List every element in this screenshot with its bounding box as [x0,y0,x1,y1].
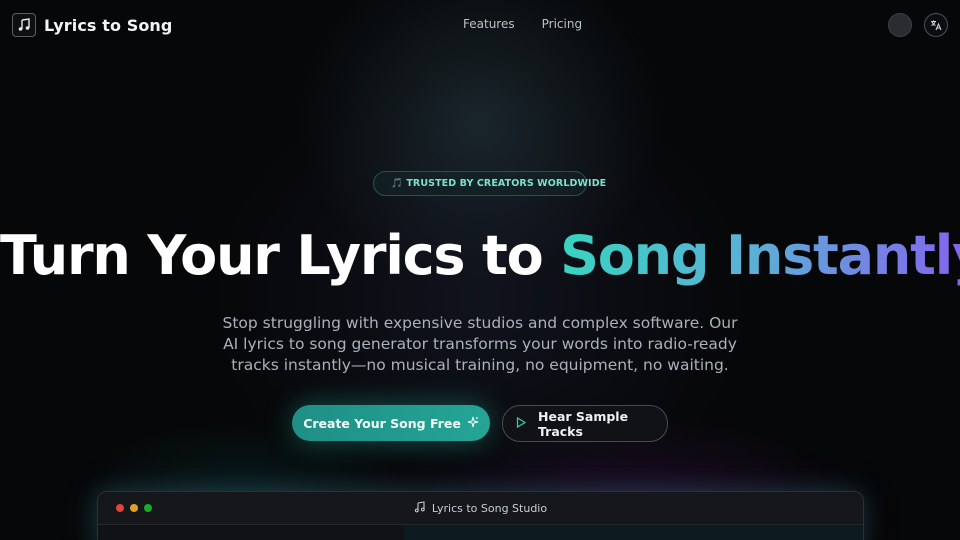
create-song-button[interactable]: Create Your Song Free [292,405,490,441]
nav-link-features[interactable]: Features [463,17,515,31]
studio-titlebar: Lyrics to Song Studio [98,492,863,525]
language-button[interactable] [924,13,948,37]
headline-plain: Turn Your Lyrics to [0,224,561,287]
play-icon [516,416,527,431]
headline-gradient: Song Instantly [560,224,960,287]
hear-samples-label: Hear Sample Tracks [538,408,629,439]
brand-name: Lyrics to Song [44,15,173,35]
studio-right-panel [404,525,863,540]
user-avatar[interactable] [888,13,912,37]
studio-body [98,525,863,540]
sparkle-icon [467,416,479,431]
music-note-icon [12,13,36,37]
create-song-label: Create Your Song Free [303,415,461,431]
badge-text: 🎵 TRUSTED BY CREATORS WORLDWIDE [391,178,607,189]
studio-left-panel [98,525,404,540]
top-nav: Lyrics to Song Features Pricing [0,0,960,50]
studio-title: Lyrics to Song Studio [98,501,863,516]
studio-title-text: Lyrics to Song Studio [431,502,548,515]
translate-icon [930,16,942,35]
brand-logo[interactable]: Lyrics to Song [12,13,172,37]
hero-subtitle: Stop struggling with expensive studios a… [222,314,738,374]
trust-badge: 🎵 TRUSTED BY CREATORS WORLDWIDE [373,171,606,196]
hear-samples-button[interactable]: Hear Sample Tracks [502,405,668,442]
nav-links: Features Pricing [463,17,582,31]
nav-link-pricing[interactable]: Pricing [542,17,582,31]
music-note-icon [414,501,426,516]
studio-window: Lyrics to Song Studio [97,491,864,540]
hero-headline: Turn Your Lyrics to Song Instantly [0,224,960,287]
